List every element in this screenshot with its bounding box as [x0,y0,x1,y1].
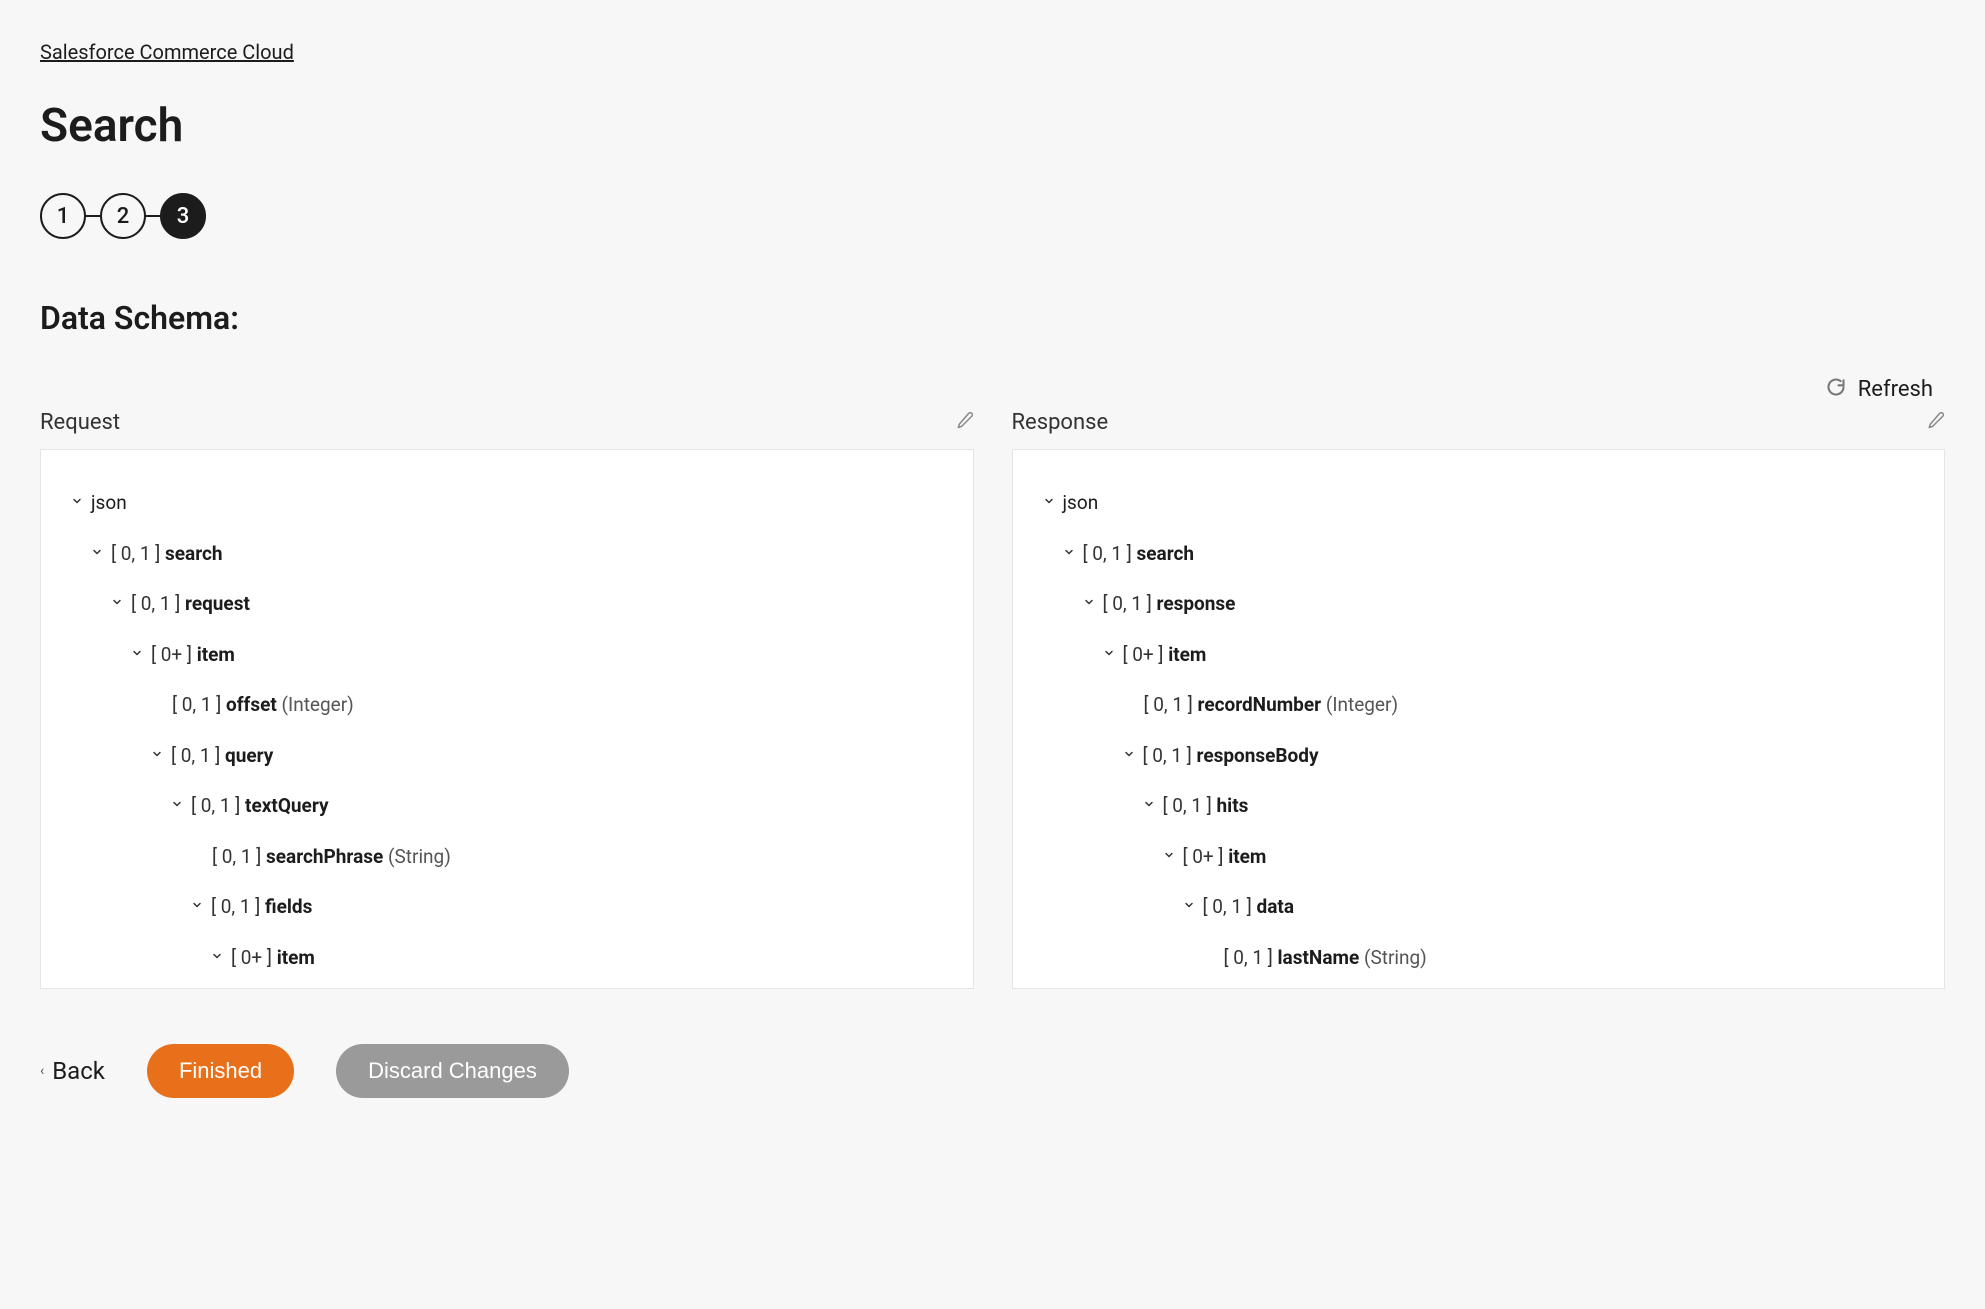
tree-node-json[interactable]: json [67,478,947,529]
chevron-down-icon [171,797,185,815]
tree-node-label: [ 0, 1 ] response [1103,590,1236,619]
tree-node-label: [ 0, 1 ] textQuery [191,792,329,821]
tree-node-responseBody[interactable]: [ 0, 1 ] responseBody [1119,731,1919,782]
refresh-button[interactable]: Refresh [1858,377,1933,402]
stepper: 1 2 3 [40,193,1945,239]
tree-node-label: [ 0, 1 ] search [1083,540,1195,569]
back-label: Back [52,1057,105,1085]
tree-node-label: [ 0+ ] item [151,641,235,670]
tree-node-label: [ 0, 1 ] searchPhrase (String) [212,843,451,872]
tree-node-label: [ 0, 1 ] offset (Integer) [172,691,354,720]
tree-node-label: [ 0+ ] item [1123,641,1207,670]
chevron-down-icon [131,646,145,664]
breadcrumb-link[interactable]: Salesforce Commerce Cloud [40,40,294,64]
tree-node-label: json [91,489,127,518]
tree-node-fields[interactable]: [ 0, 1 ] fields [187,882,947,933]
tree-node-lastName[interactable]: [ 0, 1 ] lastName (String) [1199,933,1919,984]
chevron-left-icon: ‹ [40,1063,44,1079]
tree-node-item[interactable]: [ 0+ ] item [127,630,947,681]
chevron-down-icon [1103,646,1117,664]
tree-node-label: [ 0, 1 ] search [111,540,223,569]
edit-response-icon[interactable] [1927,411,1945,434]
chevron-down-icon [1083,595,1097,613]
tree-node-data[interactable]: [ 0, 1 ] data [1179,882,1919,933]
refresh-icon[interactable] [1826,377,1846,402]
step-3[interactable]: 3 [160,193,206,239]
tree-node-recordNumber[interactable]: [ 0, 1 ] recordNumber (Integer) [1119,680,1919,731]
edit-request-icon[interactable] [956,411,974,434]
tree-node-label: json [1063,489,1099,518]
tree-node-label: [ 0, 1 ] responseBody [1143,742,1319,771]
chevron-down-icon [1163,848,1177,866]
chevron-down-icon [1123,747,1137,765]
discard-changes-button[interactable]: Discard Changes [336,1044,569,1098]
chevron-down-icon [151,747,165,765]
tree-node-customerNo[interactable]: [ 0, 1 ] customerNo (String) [1199,983,1919,989]
tree-node-label: [ 0, 1 ] fields [211,893,312,922]
chevron-down-icon [71,494,85,512]
tree-node-label: [ 0, 1 ] recordNumber (Integer) [1144,691,1399,720]
chevron-down-icon [191,898,205,916]
step-2[interactable]: 2 [100,193,146,239]
tree-node-search[interactable]: [ 0, 1 ] search [1059,529,1919,580]
chevron-down-icon [1063,545,1077,563]
tree-node-hits[interactable]: [ 0, 1 ] hits [1139,781,1919,832]
request-tree-card: json [ 0, 1 ] search [ 0, 1 ] request [ 0+ … [40,449,974,989]
tree-node-#text[interactable]: [ 1 ] #text (String) [227,983,947,989]
chevron-down-icon [91,545,105,563]
tree-node-label: [ 0, 1 ] lastName (String) [1224,944,1427,973]
tree-node-query[interactable]: [ 0, 1 ] query [147,731,947,782]
back-button[interactable]: ‹ Back [40,1057,105,1085]
tree-node-item[interactable]: [ 0+ ] item [1159,832,1919,883]
tree-node-label: [ 0, 1 ] hits [1163,792,1249,821]
tree-node-searchPhrase[interactable]: [ 0, 1 ] searchPhrase (String) [187,832,947,883]
chevron-down-icon [211,949,225,967]
response-tree-card: json [ 0, 1 ] search [ 0, 1 ] response [ 0+… [1012,449,1946,989]
tree-node-search[interactable]: [ 0, 1 ] search [87,529,947,580]
chevron-down-icon [111,595,125,613]
chevron-down-icon [1043,494,1057,512]
finished-button[interactable]: Finished [147,1044,294,1098]
tree-node-item[interactable]: [ 0+ ] item [1099,630,1919,681]
response-panel-label: Response [1012,410,1109,435]
tree-node-label: [ 0, 1 ] request [131,590,250,619]
tree-node-item[interactable]: [ 0+ ] item [207,933,947,984]
tree-node-response[interactable]: [ 0, 1 ] response [1079,579,1919,630]
tree-node-json[interactable]: json [1039,478,1919,529]
step-connector [86,215,100,217]
tree-node-label: [ 0, 1 ] data [1203,893,1295,922]
page-title: Search [40,99,1945,153]
step-connector [146,215,160,217]
tree-node-offset[interactable]: [ 0, 1 ] offset (Integer) [147,680,947,731]
step-1[interactable]: 1 [40,193,86,239]
request-panel-label: Request [40,410,120,435]
tree-node-label: [ 0+ ] item [1183,843,1267,872]
tree-node-label: [ 0, 1 ] query [171,742,273,771]
section-heading: Data Schema: [40,299,1945,337]
tree-node-request[interactable]: [ 0, 1 ] request [107,579,947,630]
tree-node-label: [ 0+ ] item [231,944,315,973]
chevron-down-icon [1143,797,1157,815]
chevron-down-icon [1183,898,1197,916]
tree-node-textQuery[interactable]: [ 0, 1 ] textQuery [167,781,947,832]
